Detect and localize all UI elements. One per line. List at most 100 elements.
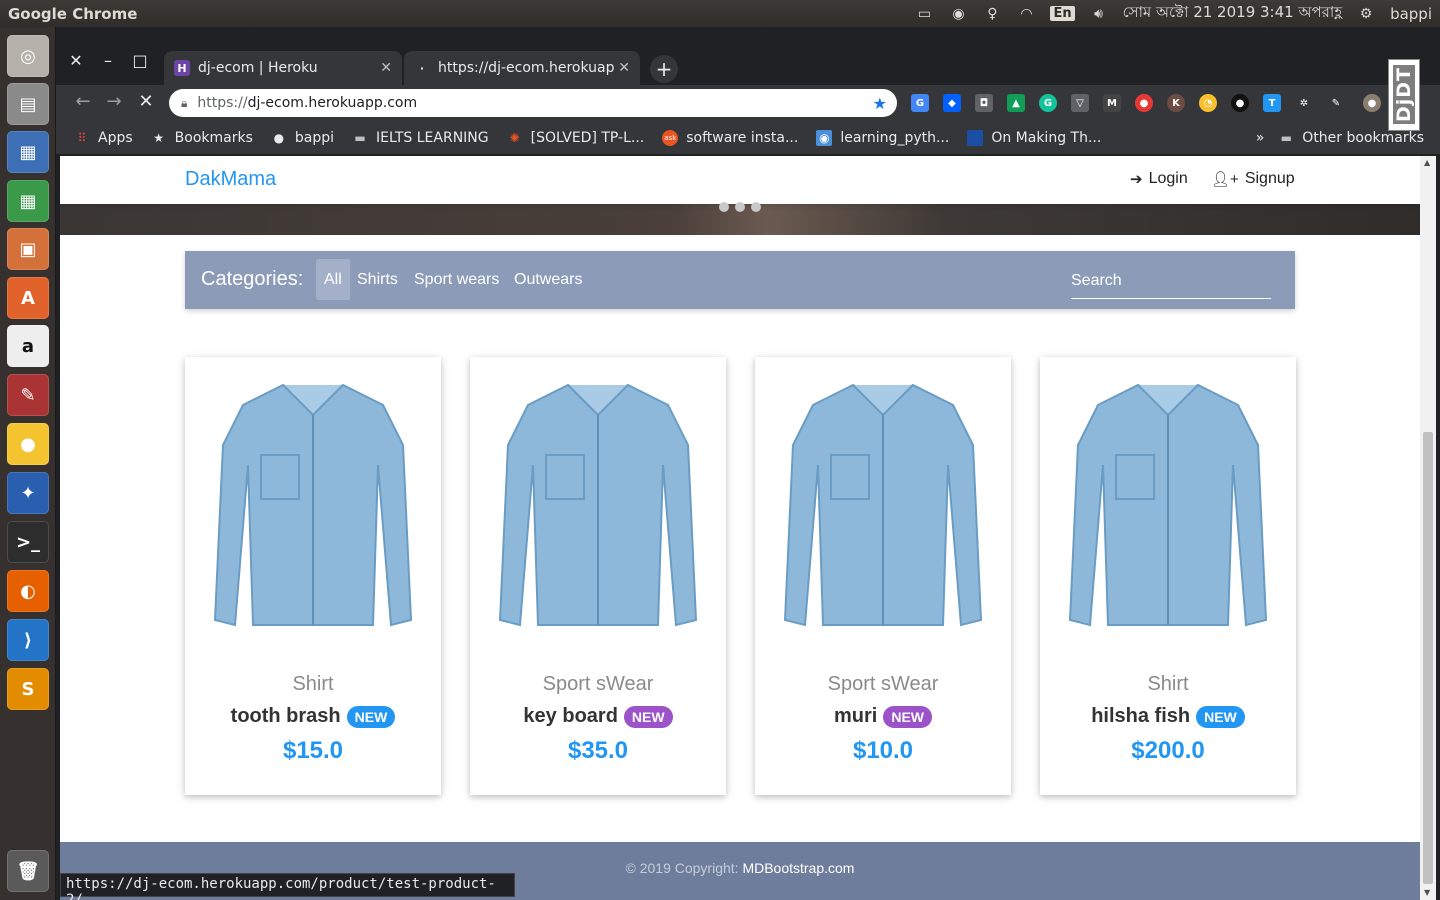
translate-extension-icon[interactable]: G bbox=[911, 94, 929, 112]
window-maximize-icon[interactable]: □ bbox=[130, 51, 150, 70]
screenshot-extension-icon[interactable]: ◘ bbox=[975, 94, 993, 112]
bookmark-learning[interactable]: ◉ learning_pyth... bbox=[816, 129, 949, 146]
grammarly-extension-icon[interactable]: G bbox=[1039, 94, 1057, 112]
product-card[interactable]: Shirt tooth brash NEW $15.0 bbox=[185, 357, 441, 795]
product-name[interactable]: tooth brash bbox=[231, 705, 341, 728]
drive-icon[interactable]: ▭ bbox=[914, 5, 934, 23]
k-extension-icon[interactable]: K bbox=[1167, 94, 1185, 112]
tab-close-icon[interactable]: ✕ bbox=[618, 60, 630, 76]
settings-gear-icon[interactable]: ⚙ bbox=[1356, 5, 1376, 23]
dropbox-extension-icon[interactable]: ◆ bbox=[943, 94, 961, 112]
back-icon[interactable]: ← bbox=[72, 91, 94, 112]
product-image[interactable] bbox=[783, 375, 983, 635]
mercury-extension-icon[interactable]: M bbox=[1103, 94, 1121, 112]
page-scrollbar[interactable]: ▲ ▼ bbox=[1420, 156, 1436, 900]
writer-icon[interactable]: ▦ bbox=[7, 131, 49, 173]
profile-avatar[interactable]: ● bbox=[1363, 94, 1381, 112]
other-bookmarks[interactable]: ▬ Other bookmarks bbox=[1278, 130, 1424, 146]
forward-icon[interactable]: → bbox=[103, 91, 125, 112]
software-center-icon[interactable]: A bbox=[7, 277, 49, 319]
clock[interactable]: সোম অক্টো 21 2019 3:41 অপরাহ্ণ bbox=[1123, 1, 1342, 26]
tab-heroku[interactable]: H dj-ecom | Heroku ✕ bbox=[164, 51, 402, 85]
bookmark-apps[interactable]: ⠿ Apps bbox=[74, 130, 133, 146]
carousel-indicator[interactable] bbox=[751, 202, 761, 212]
bookmark-bookmarks[interactable]: ★ Bookmarks bbox=[151, 130, 253, 146]
tab-close-icon[interactable]: ✕ bbox=[380, 60, 392, 76]
signup-link[interactable]: 👤︎+ Signup bbox=[1211, 170, 1295, 188]
login-label: Login bbox=[1148, 170, 1188, 187]
product-image[interactable] bbox=[498, 375, 698, 635]
category-outwears[interactable]: Outwears bbox=[506, 259, 590, 300]
chrome-icon[interactable]: ● bbox=[7, 423, 49, 465]
ubuntu-dash-icon[interactable]: ◎ bbox=[7, 35, 49, 77]
carousel-indicator[interactable] bbox=[719, 202, 729, 212]
product-name-row: muri NEW bbox=[755, 705, 1011, 728]
pen-extension-icon[interactable]: ✎ bbox=[1327, 94, 1345, 112]
other-bookmarks-label: Other bookmarks bbox=[1302, 129, 1424, 146]
carousel-indicator[interactable] bbox=[735, 202, 745, 212]
pocket-extension-icon[interactable]: ▽ bbox=[1071, 94, 1089, 112]
login-link[interactable]: ➔ Login bbox=[1130, 170, 1188, 188]
bookmark-star-icon[interactable]: ★ bbox=[873, 94, 887, 113]
bookmark-solved[interactable]: ✺ [SOLVED] TP-L... bbox=[507, 130, 645, 146]
product-image[interactable] bbox=[213, 375, 413, 635]
product-card[interactable]: Sport sWear muri NEW $10.0 bbox=[755, 357, 1011, 795]
django-debug-toolbar-handle[interactable]: DjDT bbox=[1388, 59, 1420, 131]
sublime-icon[interactable]: S bbox=[7, 668, 49, 710]
category-sport-wears[interactable]: Sport wears bbox=[406, 259, 507, 300]
bookmarks-overflow-icon[interactable]: » bbox=[1256, 130, 1265, 146]
stop-loading-icon[interactable]: ✕ bbox=[135, 91, 157, 112]
bookmarks-bar: ⠿ Apps ★ Bookmarks ● bappi ▬ IELTS LEARN… bbox=[56, 121, 1440, 155]
window-minimize-icon[interactable]: – bbox=[98, 51, 118, 70]
drive-extension-icon[interactable]: ▲ bbox=[1007, 94, 1025, 112]
vscode-icon[interactable]: ⟩ bbox=[7, 619, 49, 661]
user-plus-icon: 👤︎+ bbox=[1211, 171, 1239, 188]
tab-dj-ecom[interactable]: · https://dj-ecom.herokuap ✕ bbox=[404, 51, 640, 85]
footer-link[interactable]: MDBootstrap.com bbox=[742, 860, 854, 876]
scroll-down-arrow-icon[interactable]: ▼ bbox=[1424, 888, 1430, 897]
calc-icon[interactable]: ▦ bbox=[7, 180, 49, 222]
product-name[interactable]: key board bbox=[523, 705, 617, 728]
chrome-window: ✕ – □ H dj-ecom | Heroku ✕ · https://dj-… bbox=[56, 27, 1440, 900]
category-navbar: Categories: All Shirts Sport wears Outwe… bbox=[185, 251, 1295, 309]
bookmark-software[interactable]: ask software insta... bbox=[662, 129, 798, 146]
window-close-icon[interactable]: ✕ bbox=[66, 51, 86, 70]
firefox-icon[interactable]: ◐ bbox=[7, 570, 49, 612]
product-card[interactable]: Sport sWear key board NEW $35.0 bbox=[470, 357, 726, 795]
dark-extension-icon[interactable]: ● bbox=[1231, 94, 1249, 112]
address-bar[interactable]: 🔒︎ https:// dj-ecom.herokuapp.com ★ bbox=[169, 89, 897, 117]
app-icon[interactable]: ✦ bbox=[7, 472, 49, 514]
react-extension-icon[interactable]: ✲ bbox=[1295, 94, 1313, 112]
site-brand[interactable]: DakMama bbox=[185, 168, 276, 191]
bookmark-ielts[interactable]: ▬ IELTS LEARNING bbox=[352, 130, 488, 146]
bookmark-bappi[interactable]: ● bappi bbox=[271, 130, 334, 146]
scroll-up-arrow-icon[interactable]: ▲ bbox=[1424, 158, 1430, 167]
record-extension-icon[interactable]: ● bbox=[1135, 94, 1153, 112]
lock-icon[interactable]: 🔒︎ bbox=[181, 96, 187, 111]
impress-icon[interactable]: ▣ bbox=[7, 228, 49, 270]
wifi-icon[interactable]: ◠ bbox=[1016, 5, 1036, 23]
system-settings-icon[interactable]: ✎ bbox=[7, 374, 49, 416]
trash-icon[interactable]: 🗑︎ bbox=[7, 850, 49, 892]
category-shirts[interactable]: Shirts bbox=[349, 259, 406, 300]
product-name[interactable]: hilsha fish bbox=[1091, 705, 1190, 728]
bookmark-on-making[interactable]: On Making Th... bbox=[967, 129, 1101, 146]
tff-extension-icon[interactable]: T bbox=[1263, 94, 1281, 112]
files-icon[interactable]: ▤ bbox=[7, 83, 49, 125]
search-input[interactable] bbox=[1071, 263, 1271, 299]
category-all[interactable]: All bbox=[316, 259, 350, 300]
scrollbar-thumb[interactable] bbox=[1423, 432, 1433, 884]
product-card[interactable]: Shirt hilsha fish NEW $200.0 bbox=[1040, 357, 1296, 795]
terminal-icon[interactable]: >_ bbox=[7, 521, 49, 563]
product-image[interactable] bbox=[1068, 375, 1268, 635]
volume-icon[interactable]: 🔊︎ bbox=[1089, 5, 1109, 23]
new-badge: NEW bbox=[346, 705, 396, 728]
product-name[interactable]: muri bbox=[834, 705, 877, 728]
new-tab-button[interactable]: + bbox=[650, 55, 678, 83]
record-icon[interactable]: ◉ bbox=[948, 5, 968, 23]
search-extension-icon[interactable]: ◔ bbox=[1199, 94, 1217, 112]
user-name[interactable]: bappi bbox=[1390, 5, 1432, 23]
amazon-icon[interactable]: a bbox=[7, 325, 49, 367]
keyboard-language-indicator[interactable]: En bbox=[1050, 6, 1075, 21]
lightbulb-icon[interactable]: ♀ bbox=[982, 5, 1002, 23]
